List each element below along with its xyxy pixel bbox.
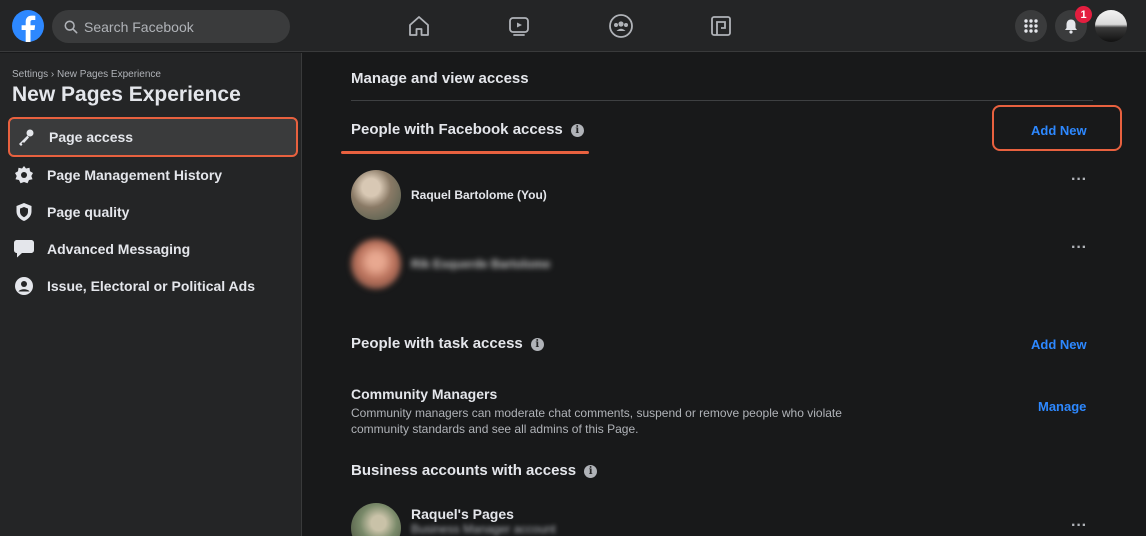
business-access-title: Business accounts with access: [351, 462, 577, 479]
page-title: New Pages Experience: [12, 83, 241, 106]
notification-badge: 1: [1075, 6, 1092, 23]
community-managers-title: Community Managers: [351, 386, 498, 402]
sidebar-item-page-management-history[interactable]: Page Management History: [8, 155, 298, 195]
sidebar-item-label: Advanced Messaging: [47, 241, 191, 257]
top-navigation-bar: 1: [0, 0, 1146, 52]
more-options-button[interactable]: ···: [1071, 518, 1087, 534]
sidebar-item-advanced-messaging[interactable]: Advanced Messaging: [8, 229, 298, 269]
search-input[interactable]: [84, 18, 264, 35]
profile-avatar[interactable]: [1095, 10, 1127, 42]
sidebar-item-political-ads[interactable]: Issue, Electoral or Political Ads: [8, 266, 298, 306]
business-account-type: Business Manager account: [411, 522, 556, 536]
person-circle-icon: [13, 275, 35, 297]
sidebar-item-page-quality[interactable]: Page quality: [8, 192, 298, 232]
sidebar-item-page-access[interactable]: Page access: [8, 117, 298, 157]
task-access-heading: People with task access i: [351, 335, 544, 352]
shield-icon: [13, 201, 35, 223]
divider: [351, 100, 1093, 101]
annotation-underline: [341, 151, 589, 154]
avatar: [351, 239, 401, 289]
menu-grid-icon[interactable]: [1015, 10, 1047, 42]
person-name: Raquel Bartolome (You): [411, 188, 547, 202]
business-account-row[interactable]: Raquel's Pages Business Manager account: [351, 503, 556, 536]
sidebar-item-label: Page access: [49, 129, 134, 145]
search-bar[interactable]: [52, 10, 290, 43]
home-icon[interactable]: [406, 13, 432, 39]
more-options-button[interactable]: ···: [1071, 172, 1087, 188]
business-account-name: Raquel's Pages: [411, 506, 514, 522]
person-row[interactable]: Rik Esquerde Bartolome: [351, 239, 550, 289]
page-access-panel: Manage and view access People with Faceb…: [303, 53, 1146, 536]
business-access-heading: Business accounts with access i: [351, 462, 598, 479]
watch-icon[interactable]: [506, 13, 532, 39]
more-options-button[interactable]: ···: [1071, 240, 1087, 256]
avatar: [351, 503, 401, 536]
add-new-facebook-access-button[interactable]: Add New: [1031, 123, 1087, 138]
person-name: Rik Esquerde Bartolome: [411, 257, 551, 271]
chat-bubble-icon: [13, 238, 35, 260]
sidebar-item-label: Issue, Electoral or Political Ads: [47, 278, 255, 294]
search-icon: [64, 20, 78, 33]
community-managers-description: Community managers can moderate chat com…: [351, 406, 842, 436]
facebook-access-title: People with Facebook access: [351, 121, 563, 138]
add-new-task-access-button[interactable]: Add New: [1031, 337, 1087, 352]
person-row[interactable]: Raquel Bartolome (You): [351, 170, 547, 220]
info-icon[interactable]: i: [570, 124, 584, 137]
gaming-icon[interactable]: [708, 13, 734, 39]
breadcrumb[interactable]: Settings › New Pages Experience: [12, 69, 161, 80]
info-icon[interactable]: i: [584, 465, 598, 478]
facebook-access-heading: People with Facebook access i: [351, 121, 584, 138]
facebook-logo-icon[interactable]: [12, 10, 44, 42]
sidebar-item-label: Page quality: [47, 204, 130, 220]
task-access-title: People with task access: [351, 335, 523, 352]
settings-sidebar: Settings › New Pages Experience New Page…: [0, 53, 302, 536]
sidebar-item-label: Page Management History: [47, 167, 223, 183]
avatar: [351, 170, 401, 220]
groups-icon[interactable]: [608, 13, 634, 39]
key-icon: [15, 126, 37, 148]
info-icon[interactable]: i: [530, 338, 544, 351]
manage-community-managers-button[interactable]: Manage: [1038, 399, 1086, 414]
section-header: Manage and view access: [351, 70, 529, 87]
gear-icon: [13, 164, 35, 186]
